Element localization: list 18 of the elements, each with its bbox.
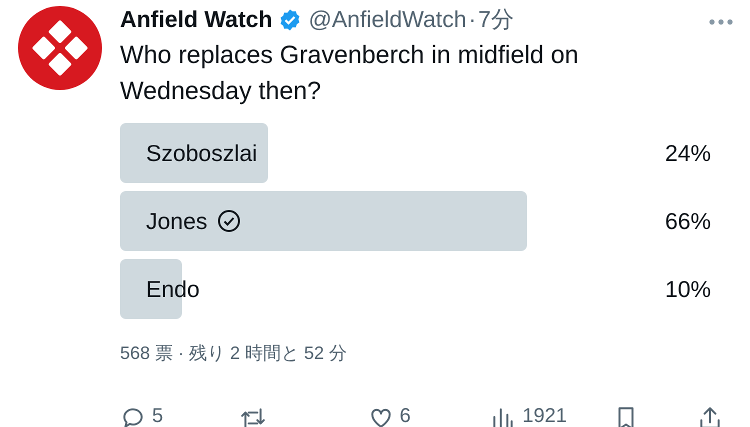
like-action[interactable]: 6 — [368, 405, 490, 427]
option-percent: 66% — [664, 208, 711, 234]
option-label: Szoboszlai — [146, 140, 258, 166]
check-circle-icon — [217, 209, 242, 233]
more-icon[interactable] — [708, 18, 734, 26]
post-time[interactable]: 7分 — [478, 4, 514, 35]
avatar-logo-icon — [18, 6, 102, 90]
reply-action[interactable]: 5 — [120, 405, 240, 427]
option-percent: 24% — [664, 140, 711, 166]
separator-dot: · — [468, 6, 476, 33]
poll-summary: 568 票 · 残り 2 時間と 52 分 — [120, 342, 348, 365]
option-label: Jones — [146, 208, 208, 234]
author-handle[interactable]: @AnfieldWatch — [308, 6, 466, 33]
views-action[interactable]: 1921 — [490, 405, 614, 427]
author-name[interactable]: Anfield Watch — [120, 6, 272, 33]
option-label: Endo — [146, 276, 200, 302]
option-percent: 10% — [664, 276, 711, 302]
post-text: Who replaces Gravenberch in midfield on Wednesday then? — [120, 40, 580, 107]
